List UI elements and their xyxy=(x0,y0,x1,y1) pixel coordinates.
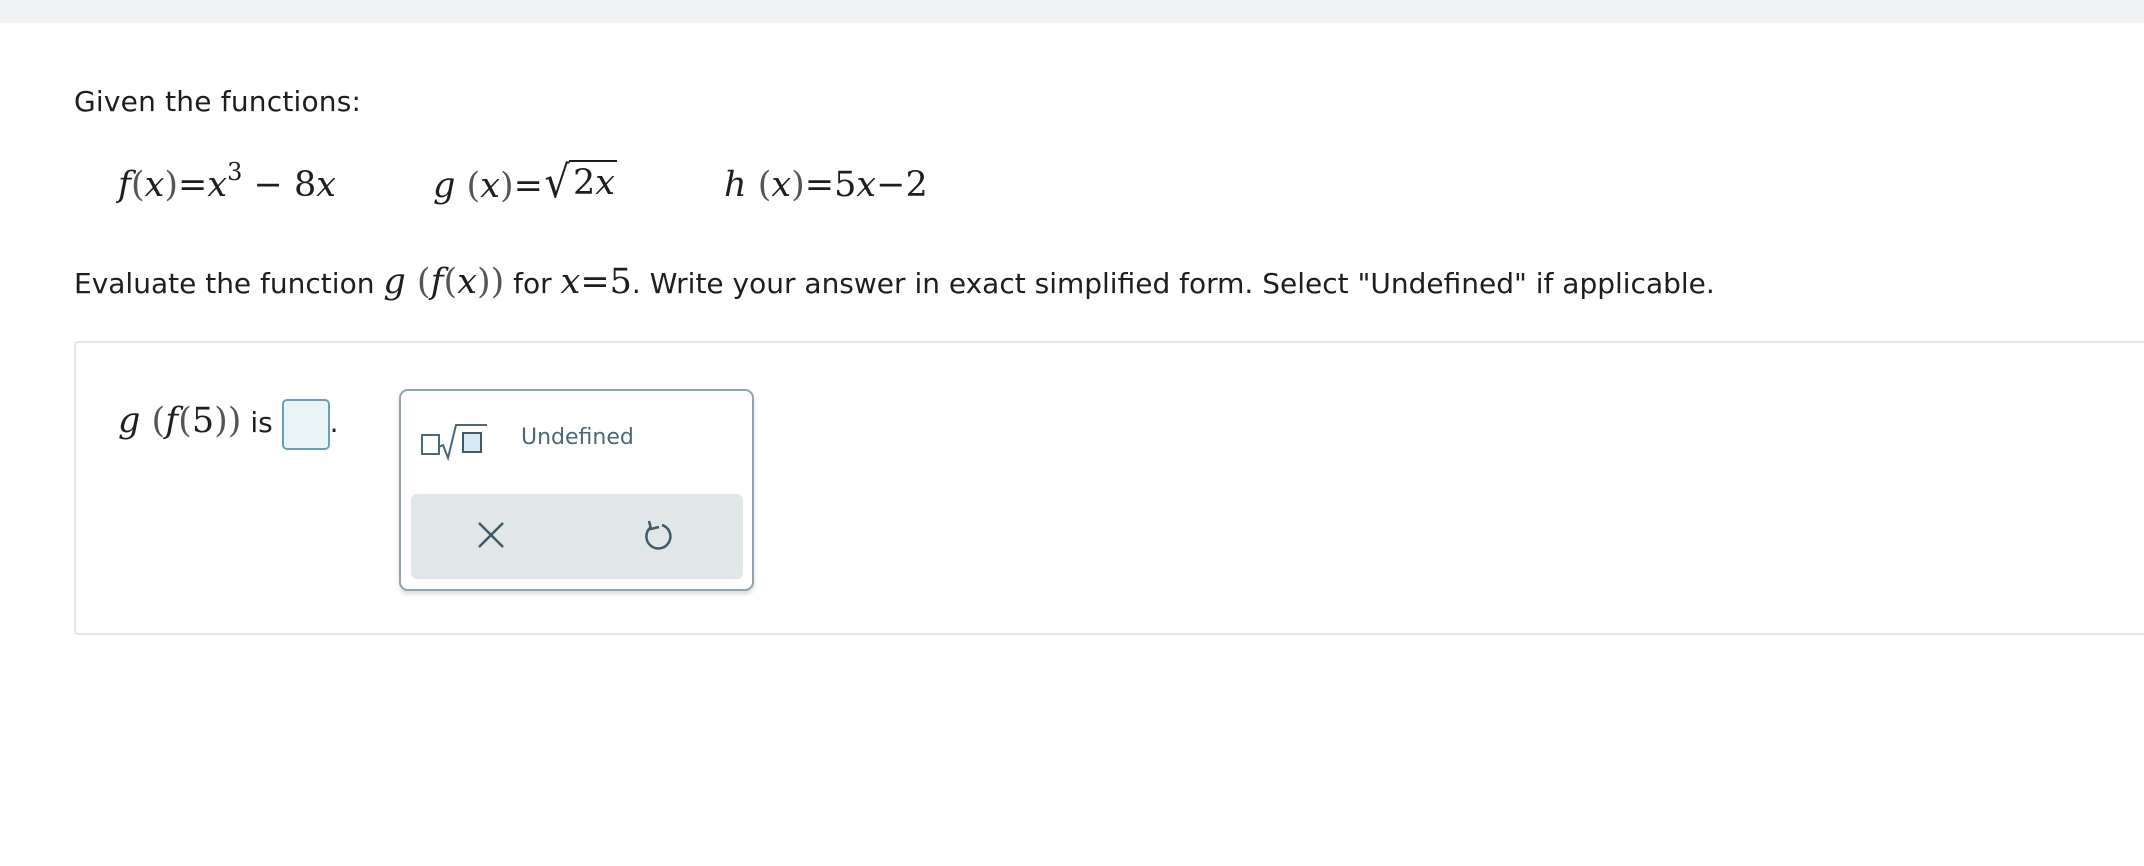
palette-controls xyxy=(411,494,743,579)
square-root-icon: √ 2x xyxy=(544,157,618,208)
intro-text: Given the functions: xyxy=(74,85,362,118)
answer-line: g (f(5)) is . xyxy=(118,393,339,451)
answer-input[interactable] xyxy=(281,398,330,450)
math-palette: Undefined xyxy=(399,389,754,591)
top-bar xyxy=(0,0,2144,23)
undo-icon[interactable] xyxy=(641,517,677,555)
question-text: Evaluate the function g (f(x)) for x=5. … xyxy=(74,262,1715,302)
sqrt-template-icon[interactable] xyxy=(419,419,489,461)
undefined-button[interactable]: Undefined xyxy=(521,425,634,450)
function-g: g (x)= √ 2x xyxy=(433,157,618,208)
function-f: f(x)=x3 − 8x xyxy=(118,158,337,205)
function-h: h (x)=5x−2 xyxy=(724,165,928,205)
close-icon[interactable] xyxy=(474,518,508,552)
answer-area xyxy=(74,341,2144,635)
